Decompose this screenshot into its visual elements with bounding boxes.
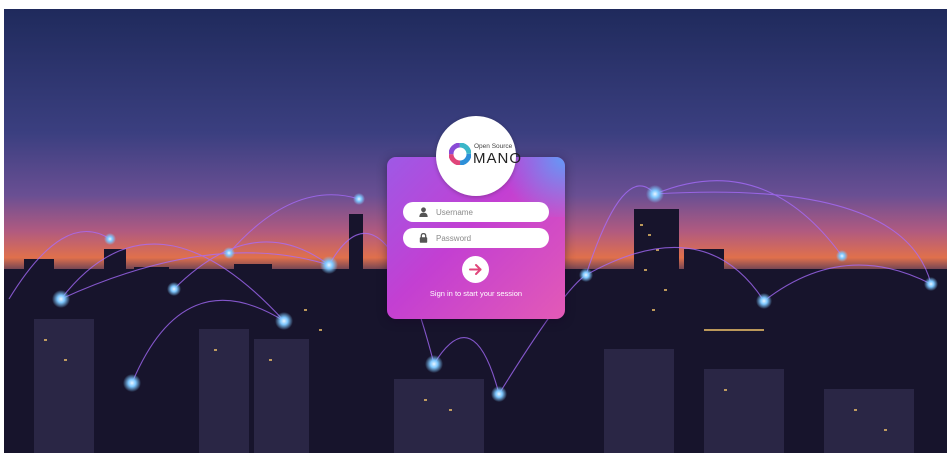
logo-title: MANO — [473, 150, 522, 167]
sign-in-button[interactable] — [462, 256, 489, 283]
username-field[interactable] — [403, 202, 549, 222]
lock-icon — [419, 233, 428, 243]
arrow-right-icon — [469, 264, 482, 275]
mano-logo: Open Source MANO — [436, 116, 521, 196]
username-input[interactable] — [436, 204, 541, 220]
session-message: Sign in to start your session — [429, 289, 523, 298]
osm-logo-icon — [449, 143, 471, 165]
user-icon — [419, 207, 428, 217]
password-field[interactable] — [403, 228, 549, 248]
logo-subtitle: Open Source — [474, 143, 513, 150]
password-input[interactable] — [436, 230, 541, 246]
